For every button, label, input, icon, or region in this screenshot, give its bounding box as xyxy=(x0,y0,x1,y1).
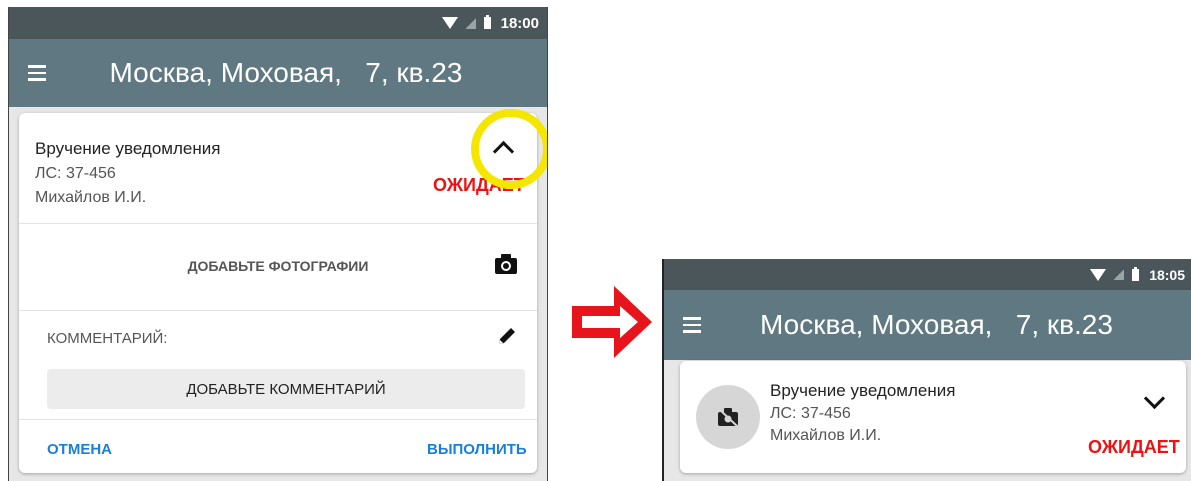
battery-icon xyxy=(483,15,491,29)
menu-icon[interactable] xyxy=(9,65,65,81)
address-title: Москва, Моховая, 7, кв.23 xyxy=(109,57,463,88)
add-comment-button[interactable]: ДОБАВЬТЕ КОММЕНТАРИЙ xyxy=(47,369,525,409)
status-bar: 18:05 xyxy=(664,259,1191,290)
pencil-icon[interactable] xyxy=(497,326,517,346)
task-title: Вручение уведомления xyxy=(35,139,221,158)
no-photo-icon xyxy=(718,408,738,426)
comment-label: КОММЕНТАРИЙ: xyxy=(47,330,168,347)
menu-icon[interactable] xyxy=(664,317,720,333)
photo-avatar xyxy=(696,385,760,449)
cancel-button[interactable]: ОТМЕНА xyxy=(47,441,112,458)
task-info: Вручение уведомления ЛС: 37-456 Михайлов… xyxy=(35,139,220,207)
complete-button[interactable]: ВЫПОЛНИТЬ xyxy=(427,441,527,458)
chevron-up-icon[interactable] xyxy=(483,127,523,167)
camera-icon xyxy=(495,254,517,274)
left-phone-screen: 18:00 Москва, Моховая, 7, кв.23 Вручение… xyxy=(8,7,548,481)
task-person: Михайлов И.И. xyxy=(35,189,147,206)
task-card-collapsed[interactable]: Вручение уведомления ЛС: 37-456 Михайлов… xyxy=(680,361,1186,473)
task-title: Вручение уведомления xyxy=(770,381,956,400)
status-badge: ОЖИДАЕТ xyxy=(1088,437,1180,457)
signal-icon xyxy=(1114,269,1125,280)
status-bar: 18:00 xyxy=(9,7,547,39)
divider xyxy=(19,310,537,311)
task-person: Михайлов И.И. xyxy=(770,427,882,444)
status-time: 18:00 xyxy=(500,14,539,32)
address-title: Москва, Моховая, 7, кв.23 xyxy=(760,309,1113,340)
battery-icon xyxy=(1132,266,1140,281)
task-card-expanded: Вручение уведомления ЛС: 37-456 Михайлов… xyxy=(19,109,547,473)
status-time: 18:05 xyxy=(1149,266,1185,283)
task-account: ЛС: 37-456 xyxy=(35,165,116,182)
app-bar: Москва, Моховая, 7, кв.23 xyxy=(9,39,547,107)
divider xyxy=(19,419,537,420)
signal-icon xyxy=(465,17,476,29)
arrow-right-icon xyxy=(572,286,652,358)
chevron-down-icon[interactable] xyxy=(1136,383,1170,417)
right-phone-screen: 18:05 Москва, Моховая, 7, кв.23 Вручение… xyxy=(662,259,1191,481)
add-photos-label: ДОБАВЬТЕ ФОТОГРАФИИ xyxy=(187,258,369,274)
task-info: Вручение уведомления ЛС: 37-456 Михайлов… xyxy=(770,381,955,445)
task-account: ЛС: 37-456 xyxy=(770,405,851,422)
wifi-icon xyxy=(1090,268,1107,281)
add-photos-row[interactable]: ДОБАВЬТЕ ФОТОГРАФИИ xyxy=(19,224,537,310)
app-bar: Москва, Моховая, 7, кв.23 xyxy=(664,290,1191,360)
wifi-icon xyxy=(441,17,458,29)
